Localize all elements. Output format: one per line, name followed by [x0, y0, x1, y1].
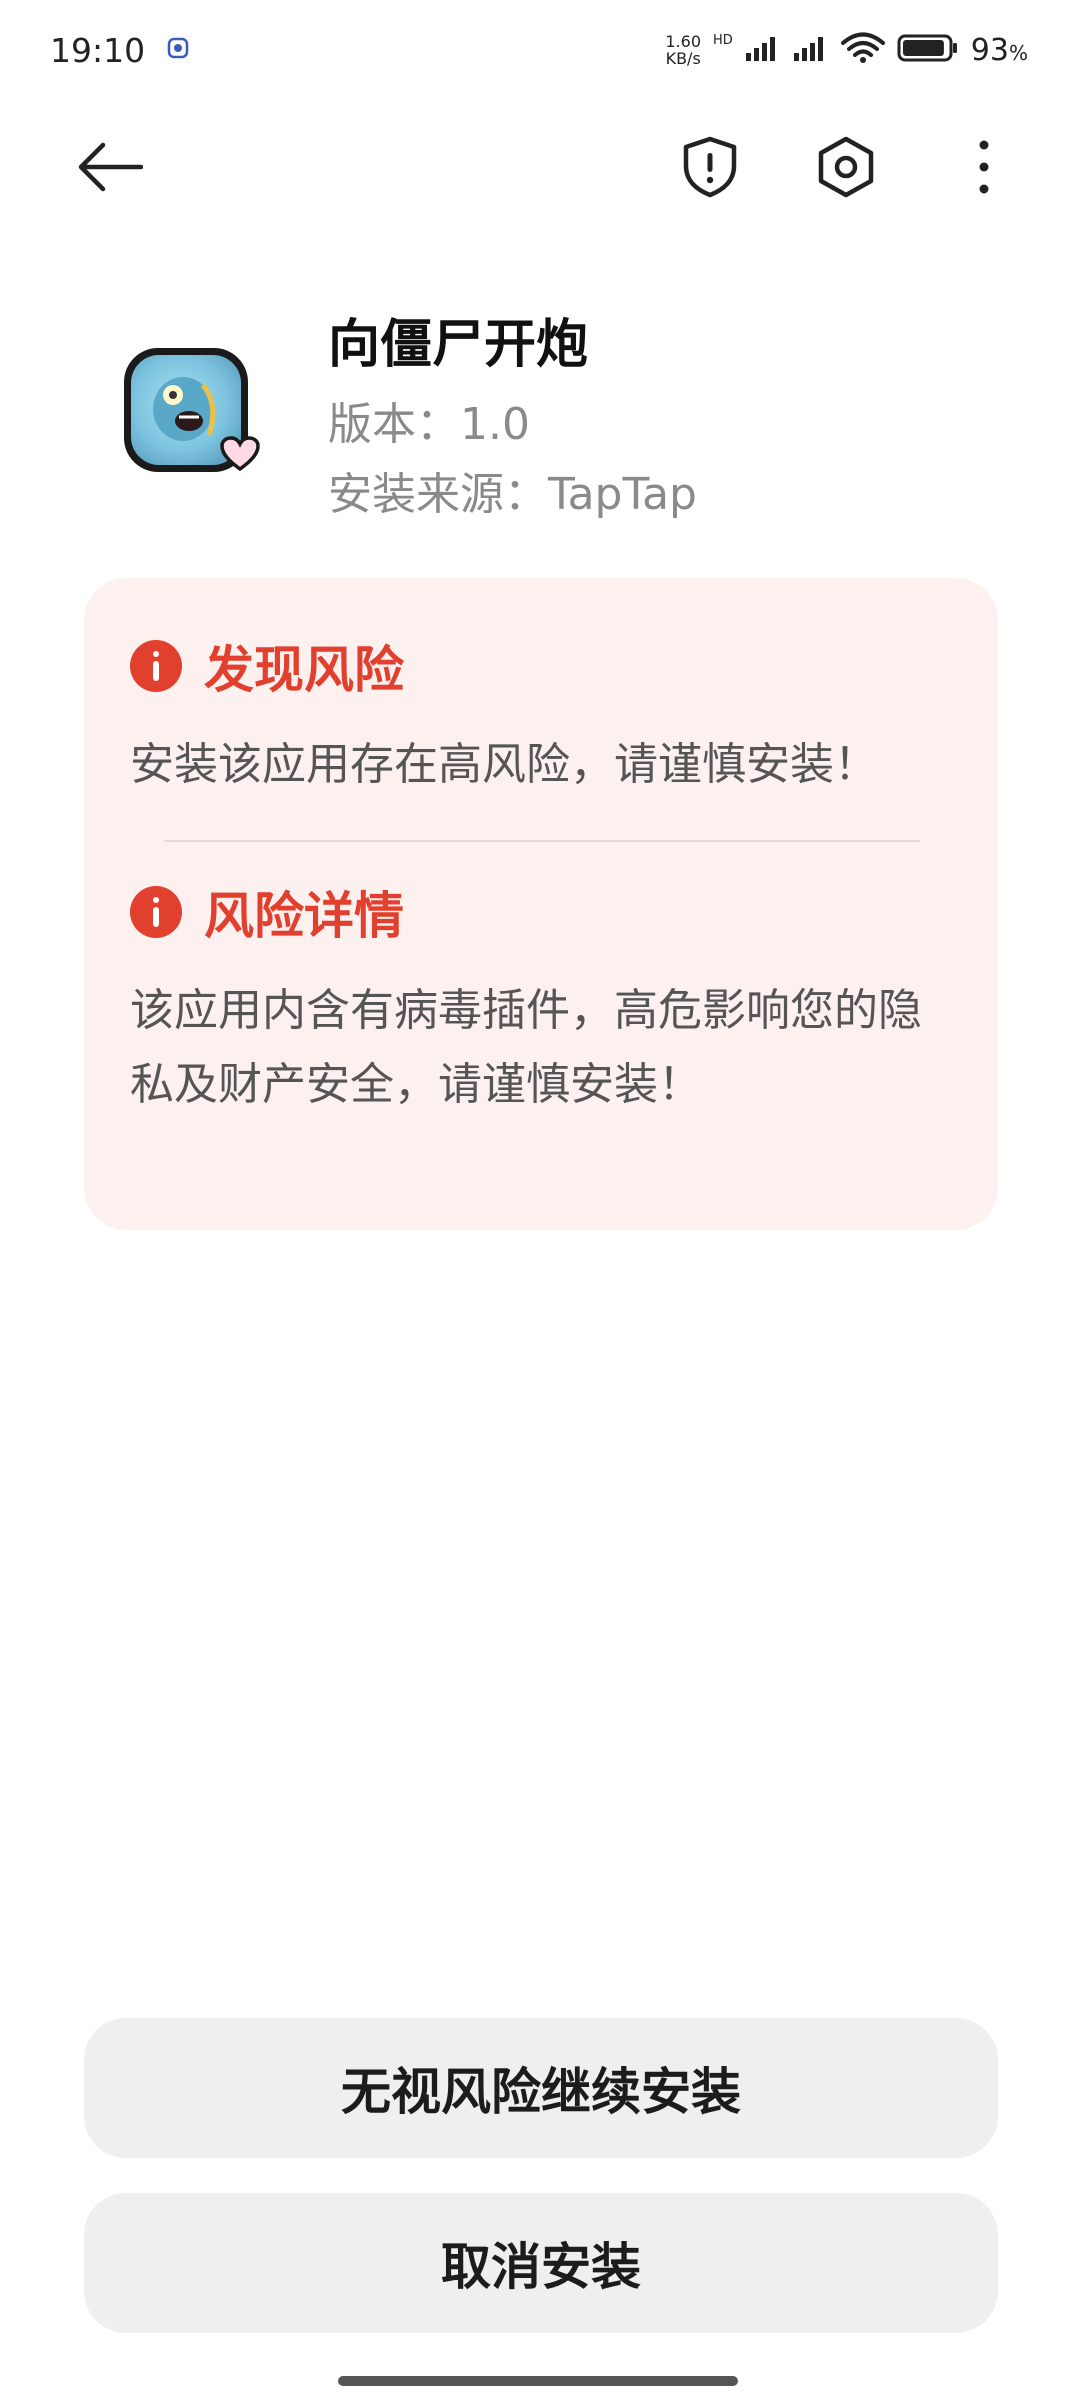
signal-icon	[745, 33, 781, 67]
wifi-icon	[840, 32, 885, 68]
app-name: 向僵尸开炮	[328, 315, 589, 375]
more-vertical-icon	[978, 140, 990, 198]
risk-details-section: 风险详情 该应用内含有病毒插件，高危影响您的隐私及财产安全，请谨慎安装！	[130, 876, 952, 1122]
more-options-button[interactable]	[944, 134, 1024, 204]
risk-found-title: 发现风险	[130, 630, 952, 702]
info-circle-icon	[130, 640, 182, 692]
risk-found-body: 安装该应用存在高风险，请谨慎安装！	[130, 739, 878, 790]
shield-alert-icon	[682, 136, 738, 202]
risk-warning-card: 发现风险 安装该应用存在高风险，请谨慎安装！ 风险详情 该应用内含有病毒插件，高…	[84, 578, 998, 1230]
heart-badge-icon	[220, 436, 260, 476]
hd-label: HD	[713, 32, 733, 48]
status-time: 19:10	[50, 30, 146, 70]
continue-install-button[interactable]: 无视风险继续安装	[84, 2018, 998, 2158]
risk-details-body: 该应用内含有病毒插件，高危影响您的隐私及财产安全，请谨慎安装！	[130, 985, 922, 1110]
status-bar: 19:10 1.60 KB/s HD 93%	[0, 0, 1080, 100]
security-button[interactable]	[670, 134, 750, 204]
network-speed: 1.60 KB/s	[665, 33, 701, 67]
signal-icon-2	[793, 33, 829, 67]
network-speed-value: 1.60	[665, 32, 701, 51]
notification-app-icon	[167, 37, 189, 63]
hexagon-gear-icon	[817, 136, 875, 202]
cancel-install-button[interactable]: 取消安装	[84, 2193, 998, 2333]
app-header: 向僵尸开炮 版本：1.0 安装来源：TapTap	[0, 290, 1080, 530]
risk-found-title-text: 发现风险	[204, 641, 404, 699]
home-indicator[interactable]	[338, 2376, 738, 2386]
app-install-source: 安装来源：TapTap	[328, 469, 697, 520]
status-right: 1.60 KB/s HD 93%	[665, 32, 1028, 68]
info-circle-icon	[130, 886, 182, 938]
settings-button[interactable]	[806, 134, 886, 204]
risk-details-title: 风险详情	[130, 876, 952, 948]
back-button[interactable]	[70, 134, 150, 204]
battery-icon	[897, 33, 959, 67]
battery-percent: 93%	[971, 33, 1028, 68]
risk-details-title-text: 风险详情	[204, 887, 404, 945]
arrow-left-icon	[77, 142, 144, 196]
battery-percent-sign: %	[1008, 40, 1028, 65]
app-version: 版本：1.0	[328, 399, 530, 450]
network-speed-unit: KB/s	[665, 49, 701, 68]
risk-found-section: 发现风险 安装该应用存在高风险，请谨慎安装！	[130, 630, 952, 802]
top-bar	[0, 120, 1080, 220]
battery-percent-value: 93	[970, 32, 1009, 68]
status-left: 19:10	[50, 31, 189, 70]
divider	[164, 840, 920, 842]
app-icon	[124, 348, 260, 472]
